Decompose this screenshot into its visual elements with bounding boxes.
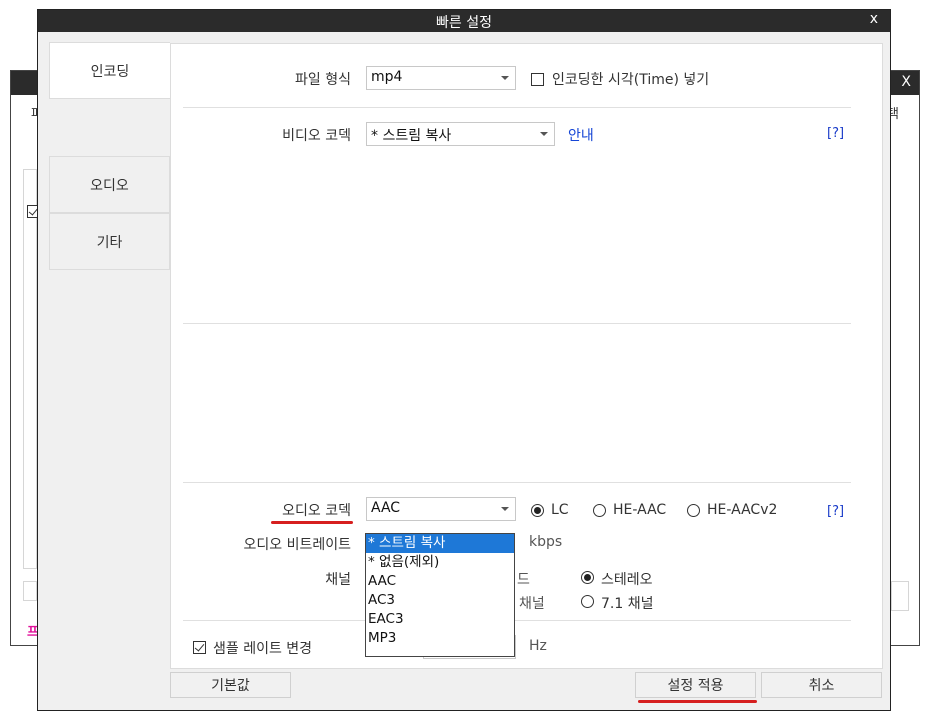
audio-codec-annotation [271, 521, 353, 524]
video-codec-label: 비디오 코덱 [282, 128, 351, 144]
audio-bitrate-label: 오디오 비트레이트 [243, 537, 352, 553]
video-help-link[interactable]: [?] [827, 126, 844, 141]
insert-time-checkbox[interactable] [531, 73, 544, 86]
quick-settings-dialog: 빠른 설정 x 인코딩 오디오 기타 파일 형식 mp4 인코딩한 시각(Tim… [37, 9, 891, 711]
dropdown-option[interactable]: * 없음(제외) [366, 553, 514, 572]
dropdown-option[interactable]: * 스트림 복사 [366, 534, 514, 553]
audio-codec-value: AAC [371, 500, 401, 516]
audio-codec-select[interactable]: AAC [366, 497, 516, 521]
tab-etc-label: 기타 [96, 234, 123, 251]
cancel-button[interactable]: 취소 [761, 672, 882, 698]
close-icon[interactable]: x [870, 11, 878, 27]
dropdown-option[interactable]: AC3 [366, 591, 514, 610]
profile-lc-label: LC [551, 502, 569, 518]
channel-stereo-label: 스테레오 [601, 572, 653, 588]
file-format-select[interactable]: mp4 [366, 66, 516, 90]
profile-he-aacv2-radio[interactable] [687, 504, 700, 517]
background-box [23, 581, 37, 601]
profile-he-aac-radio[interactable] [593, 504, 606, 517]
divider [183, 323, 851, 324]
channel-partial-label: 드 [517, 572, 530, 588]
sample-rate-unit: Hz [529, 638, 547, 654]
tab-audio-label: 오디오 [90, 177, 129, 194]
default-button-label: 기본값 [211, 678, 250, 694]
chevron-down-icon [501, 76, 509, 80]
sample-rate-label: 샘플 레이트 변경 [213, 641, 313, 657]
profile-lc-radio[interactable] [531, 504, 544, 517]
default-button[interactable]: 기본값 [170, 672, 291, 698]
divider [183, 107, 851, 108]
audio-codec-label: 오디오 코덱 [282, 503, 351, 519]
sample-rate-checkbox[interactable] [193, 641, 206, 654]
tab-encoding[interactable]: 인코딩 [49, 42, 170, 99]
apply-annotation [638, 700, 757, 703]
channel-71-radio[interactable] [581, 595, 594, 608]
channel-stereo-radio[interactable] [581, 571, 594, 584]
dialog-client: 인코딩 오디오 기타 파일 형식 mp4 인코딩한 시각(Time) 넣기 비디… [38, 32, 890, 710]
channel-71-label: 7.1 채널 [601, 596, 654, 612]
dropdown-option[interactable]: EAC3 [366, 610, 514, 629]
insert-time-label: 인코딩한 시각(Time) 넣기 [552, 72, 710, 88]
channel-label: 채널 [325, 572, 351, 588]
dialog-title: 빠른 설정 [436, 15, 492, 31]
background-box-right [891, 581, 909, 611]
cancel-button-label: 취소 [808, 678, 835, 694]
apply-settings-button[interactable]: 설정 적용 [635, 672, 756, 698]
tab-encoding-label: 인코딩 [90, 63, 130, 80]
video-guide-link[interactable]: 안내 [568, 125, 594, 145]
video-codec-value: * 스트림 복사 [371, 128, 452, 144]
divider [183, 482, 851, 483]
video-codec-select[interactable]: * 스트림 복사 [366, 122, 555, 146]
background-close-icon[interactable]: X [901, 74, 911, 90]
file-format-value: mp4 [371, 69, 403, 85]
audio-bitrate-unit: kbps [529, 534, 563, 550]
channel-partial-label: 채널 [519, 596, 545, 612]
chevron-down-icon [540, 132, 548, 136]
profile-he-aac-label: HE-AAC [613, 502, 667, 518]
divider [183, 620, 851, 621]
tab-etc[interactable]: 기타 [49, 213, 170, 270]
apply-settings-label: 설정 적용 [667, 678, 724, 694]
file-format-label: 파일 형식 [295, 72, 351, 88]
dropdown-option[interactable]: MP3 [366, 629, 514, 648]
chevron-down-icon [501, 507, 509, 511]
background-list-panel [23, 169, 37, 569]
profile-he-aacv2-label: HE-AACv2 [707, 502, 778, 518]
dialog-titlebar: 빠른 설정 x [38, 10, 890, 32]
dropdown-option[interactable]: AAC [366, 572, 514, 591]
audio-codec-dropdown[interactable]: * 스트림 복사 * 없음(제외) AAC AC3 EAC3 MP3 [365, 533, 515, 657]
audio-help-link[interactable]: [?] [827, 504, 844, 519]
tab-audio[interactable]: 오디오 [49, 156, 170, 213]
settings-panel: 파일 형식 mp4 인코딩한 시각(Time) 넣기 비디오 코덱 * 스트림 … [170, 43, 883, 669]
